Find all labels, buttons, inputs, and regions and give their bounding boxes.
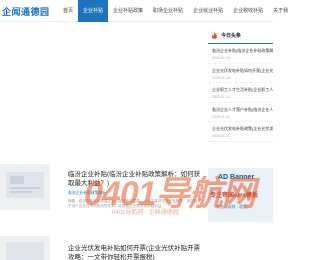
hot-item-title[interactable]: 企业光伏发电补贴如何开票(企业光伏 (212, 68, 273, 74)
list-item[interactable]: 企业光伏发电补贴如何开票(企业光伏 2025-01-15 (208, 64, 273, 83)
main-nav: 首页 企业补贴 企业补贴政策 职场企业补贴 企业就业补贴 企业税收补贴 关于我 (58, 0, 293, 22)
hot-item-date: 2025-01-14 (212, 95, 230, 99)
hot-news-list: 临汾企业补贴(临汾企业补贴政策解析 2025-01-10 企业光伏发电补贴如何开… (208, 44, 273, 142)
list-item[interactable]: 企业光伏发电补贴政策(企业光伏发电 2025-01-11 (208, 122, 273, 142)
list-item[interactable]: 临汾企业补贴(临汾企业补贴政策解析 2025-01-10 (208, 44, 273, 64)
hot-news-panel: 今日头条 临汾企业补贴(临汾企业补贴政策解析 2025-01-10 企业光伏发电… (208, 28, 273, 142)
hot-item-title[interactable]: 企业光伏发电补贴政策(企业光伏发电 (212, 126, 273, 132)
logo-text: 企闻通德园 (2, 6, 50, 17)
nav-item-tax-subsidy[interactable]: 企业税收补贴 (228, 0, 268, 22)
site-logo[interactable]: 企闻通德园 (2, 5, 50, 17)
nav-item-home[interactable]: 首页 (58, 0, 78, 22)
hot-item-date: 2025-01-11 (212, 134, 230, 138)
hot-news-title: 今日头条 (221, 32, 242, 39)
nav-item-enterprise-subsidy[interactable]: 企业补贴 (78, 0, 109, 22)
list-item[interactable]: 企业职工人才生活补贴(企业职工人才 2025-01-14 (208, 83, 273, 103)
top-navbar: 企闻通德园 首页 企业补贴 企业补贴政策 职场企业补贴 企业就业补贴 企业税收补… (0, 0, 288, 22)
article-card: 企业光伏发电补贴如何开票(企业光伏补贴开票攻略：一文带你轻松开票报税) (68, 244, 204, 260)
hot-news-header: 今日头条 (208, 28, 273, 42)
article-thumbnail[interactable] (0, 236, 50, 260)
thumbnail-image (0, 236, 50, 260)
nav-item-subsidy-policy[interactable]: 企业补贴政策 (108, 0, 148, 22)
nav-item-employment-subsidy[interactable]: 企业就业补贴 (188, 0, 228, 22)
hot-item-title[interactable]: 企业职工人才生活补贴(企业职工人才 (212, 87, 273, 93)
nav-item-about[interactable]: 关于我 (268, 0, 293, 22)
hot-item-date: 2025-01-15 (212, 75, 230, 80)
hot-item-title[interactable]: 临汾企业补贴(临汾企业补贴政策解析 (212, 48, 273, 54)
hot-item-date: 2025-01-11 (212, 114, 230, 119)
article-thumbnail[interactable] (0, 164, 50, 210)
fire-icon (212, 31, 217, 39)
watermark-subtitle: 0401导航网 · 企闻通德园 (112, 210, 179, 216)
hot-item-date: 2025-01-10 (212, 56, 230, 60)
list-item[interactable]: 临汾企业人才落户补贴(临汾企业人才 2025-01-11 (208, 103, 273, 122)
nav-item-workplace-subsidy[interactable]: 职场企业补贴 (148, 0, 188, 22)
thumbnail-image (0, 164, 50, 210)
hot-item-title[interactable]: 临汾企业人才落户补贴(临汾企业人才 (212, 107, 273, 113)
article-title[interactable]: 企业光伏发电补贴如何开票(企业光伏补贴开票攻略：一文带你轻松开票报税) (68, 244, 204, 260)
